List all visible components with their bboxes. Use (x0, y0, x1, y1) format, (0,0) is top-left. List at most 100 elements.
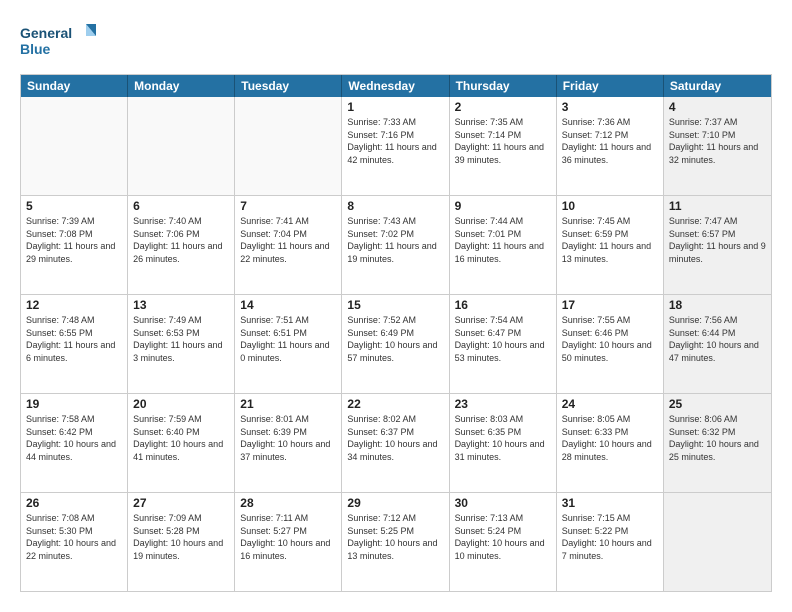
day-number: 31 (562, 496, 658, 510)
day-number: 5 (26, 199, 122, 213)
cell-info: Sunrise: 8:01 AM Sunset: 6:39 PM Dayligh… (240, 413, 336, 463)
calendar-cell: 14Sunrise: 7:51 AM Sunset: 6:51 PM Dayli… (235, 295, 342, 393)
calendar-cell: 3 Sunrise: 7:36 AM Sunset: 7:12 PM Daylig… (557, 97, 664, 195)
day-number: 13 (133, 298, 229, 312)
calendar-cell: 11Sunrise: 7:47 AM Sunset: 6:57 PM Dayli… (664, 196, 771, 294)
calendar-cell (235, 97, 342, 195)
calendar-cell: 6 Sunrise: 7:40 AM Sunset: 7:06 PM Daylig… (128, 196, 235, 294)
calendar-cell: 2Sunrise: 7:35 AM Sunset: 7:14 PM Daylig… (450, 97, 557, 195)
cell-info: Sunrise: 7:33 AM Sunset: 7:16 PM Dayligh… (347, 116, 443, 166)
cell-info: Sunrise: 7:58 AM Sunset: 6:42 PM Dayligh… (26, 413, 122, 463)
calendar-cell: 10 Sunrise: 7:45 AM Sunset: 6:59 PM Dayli… (557, 196, 664, 294)
cell-info: Sunrise: 7:39 AM Sunset: 7:08 PM Dayligh… (26, 215, 122, 265)
calendar-cell: 27 Sunrise: 7:09 AM Sunset: 5:28 PM Dayli… (128, 493, 235, 591)
cell-info: Sunrise: 8:02 AM Sunset: 6:37 PM Dayligh… (347, 413, 443, 463)
cell-info: Sunrise: 7:40 AM Sunset: 7:06 PM Dayligh… (133, 215, 229, 265)
cell-info: Sunrise: 7:59 AM Sunset: 6:40 PM Dayligh… (133, 413, 229, 463)
calendar-cell (21, 97, 128, 195)
header-day-saturday: Saturday (664, 75, 771, 97)
cell-info: Sunrise: 7:35 AM Sunset: 7:14 PM Dayligh… (455, 116, 551, 166)
day-number: 1 (347, 100, 443, 114)
calendar-cell: 25 Sunrise: 8:06 AM Sunset: 6:32 PM Dayli… (664, 394, 771, 492)
cell-info: Sunrise: 8:06 AM Sunset: 6:32 PM Dayligh… (669, 413, 766, 463)
calendar-cell: 21 Sunrise: 8:01 AM Sunset: 6:39 PM Dayli… (235, 394, 342, 492)
calendar-cell: 17 Sunrise: 7:55 AM Sunset: 6:46 PM Dayli… (557, 295, 664, 393)
calendar-cell: 12 Sunrise: 7:48 AM Sunset: 6:55 PM Dayli… (21, 295, 128, 393)
logo-svg: General Blue (20, 20, 100, 62)
day-number: 16 (455, 298, 551, 312)
calendar-cell: 29Sunrise: 7:12 AM Sunset: 5:25 PM Dayli… (342, 493, 449, 591)
cell-info: Sunrise: 7:55 AM Sunset: 6:46 PM Dayligh… (562, 314, 658, 364)
page: General Blue SundayMondayTuesdayWednesda… (0, 0, 792, 612)
day-number: 11 (669, 199, 766, 213)
header-day-tuesday: Tuesday (235, 75, 342, 97)
cell-info: Sunrise: 8:05 AM Sunset: 6:33 PM Dayligh… (562, 413, 658, 463)
cell-info: Sunrise: 7:09 AM Sunset: 5:28 PM Dayligh… (133, 512, 229, 562)
cell-info: Sunrise: 7:36 AM Sunset: 7:12 PM Dayligh… (562, 116, 658, 166)
calendar-cell: 15Sunrise: 7:52 AM Sunset: 6:49 PM Dayli… (342, 295, 449, 393)
cell-info: Sunrise: 7:37 AM Sunset: 7:10 PM Dayligh… (669, 116, 766, 166)
day-number: 17 (562, 298, 658, 312)
calendar-week-2: 5 Sunrise: 7:39 AM Sunset: 7:08 PM Daylig… (21, 196, 771, 295)
calendar-week-5: 26 Sunrise: 7:08 AM Sunset: 5:30 PM Dayli… (21, 493, 771, 591)
day-number: 22 (347, 397, 443, 411)
cell-info: Sunrise: 7:41 AM Sunset: 7:04 PM Dayligh… (240, 215, 336, 265)
cell-info: Sunrise: 7:43 AM Sunset: 7:02 PM Dayligh… (347, 215, 443, 265)
day-number: 18 (669, 298, 766, 312)
day-number: 3 (562, 100, 658, 114)
logo: General Blue (20, 20, 100, 62)
calendar-cell: 24 Sunrise: 8:05 AM Sunset: 6:33 PM Dayli… (557, 394, 664, 492)
calendar-week-4: 19 Sunrise: 7:58 AM Sunset: 6:42 PM Dayli… (21, 394, 771, 493)
day-number: 28 (240, 496, 336, 510)
header: General Blue (20, 20, 772, 62)
day-number: 30 (455, 496, 551, 510)
calendar-cell: 23Sunrise: 8:03 AM Sunset: 6:35 PM Dayli… (450, 394, 557, 492)
cell-info: Sunrise: 7:13 AM Sunset: 5:24 PM Dayligh… (455, 512, 551, 562)
day-number: 21 (240, 397, 336, 411)
calendar-cell: 31 Sunrise: 7:15 AM Sunset: 5:22 PM Dayli… (557, 493, 664, 591)
calendar-cell (128, 97, 235, 195)
day-number: 15 (347, 298, 443, 312)
day-number: 24 (562, 397, 658, 411)
calendar-week-1: 1 Sunrise: 7:33 AM Sunset: 7:16 PM Daylig… (21, 97, 771, 196)
calendar-cell: 7Sunrise: 7:41 AM Sunset: 7:04 PM Daylig… (235, 196, 342, 294)
header-day-thursday: Thursday (450, 75, 557, 97)
calendar-cell: 9Sunrise: 7:44 AM Sunset: 7:01 PM Daylig… (450, 196, 557, 294)
cell-info: Sunrise: 7:15 AM Sunset: 5:22 PM Dayligh… (562, 512, 658, 562)
day-number: 10 (562, 199, 658, 213)
day-number: 23 (455, 397, 551, 411)
cell-info: Sunrise: 7:11 AM Sunset: 5:27 PM Dayligh… (240, 512, 336, 562)
day-number: 29 (347, 496, 443, 510)
day-number: 27 (133, 496, 229, 510)
cell-info: Sunrise: 7:49 AM Sunset: 6:53 PM Dayligh… (133, 314, 229, 364)
cell-info: Sunrise: 7:08 AM Sunset: 5:30 PM Dayligh… (26, 512, 122, 562)
day-number: 9 (455, 199, 551, 213)
cell-info: Sunrise: 7:51 AM Sunset: 6:51 PM Dayligh… (240, 314, 336, 364)
calendar: SundayMondayTuesdayWednesdayThursdayFrid… (20, 74, 772, 592)
cell-info: Sunrise: 7:45 AM Sunset: 6:59 PM Dayligh… (562, 215, 658, 265)
calendar-cell: 19 Sunrise: 7:58 AM Sunset: 6:42 PM Dayli… (21, 394, 128, 492)
header-day-friday: Friday (557, 75, 664, 97)
day-number: 19 (26, 397, 122, 411)
calendar-cell: 30 Sunrise: 7:13 AM Sunset: 5:24 PM Dayli… (450, 493, 557, 591)
calendar-week-3: 12 Sunrise: 7:48 AM Sunset: 6:55 PM Dayli… (21, 295, 771, 394)
calendar-cell: 8 Sunrise: 7:43 AM Sunset: 7:02 PM Daylig… (342, 196, 449, 294)
calendar-cell (664, 493, 771, 591)
calendar-cell: 4 Sunrise: 7:37 AM Sunset: 7:10 PM Daylig… (664, 97, 771, 195)
day-number: 6 (133, 199, 229, 213)
day-number: 4 (669, 100, 766, 114)
cell-info: Sunrise: 7:48 AM Sunset: 6:55 PM Dayligh… (26, 314, 122, 364)
day-number: 8 (347, 199, 443, 213)
header-day-monday: Monday (128, 75, 235, 97)
calendar-cell: 18 Sunrise: 7:56 AM Sunset: 6:44 PM Dayli… (664, 295, 771, 393)
day-number: 26 (26, 496, 122, 510)
calendar-cell: 22 Sunrise: 8:02 AM Sunset: 6:37 PM Dayli… (342, 394, 449, 492)
calendar-cell: 13 Sunrise: 7:49 AM Sunset: 6:53 PM Dayli… (128, 295, 235, 393)
cell-info: Sunrise: 7:56 AM Sunset: 6:44 PM Dayligh… (669, 314, 766, 364)
calendar-cell: 1 Sunrise: 7:33 AM Sunset: 7:16 PM Daylig… (342, 97, 449, 195)
calendar-cell: 20Sunrise: 7:59 AM Sunset: 6:40 PM Dayli… (128, 394, 235, 492)
svg-text:General: General (20, 25, 72, 41)
calendar-cell: 5 Sunrise: 7:39 AM Sunset: 7:08 PM Daylig… (21, 196, 128, 294)
day-number: 12 (26, 298, 122, 312)
day-number: 25 (669, 397, 766, 411)
